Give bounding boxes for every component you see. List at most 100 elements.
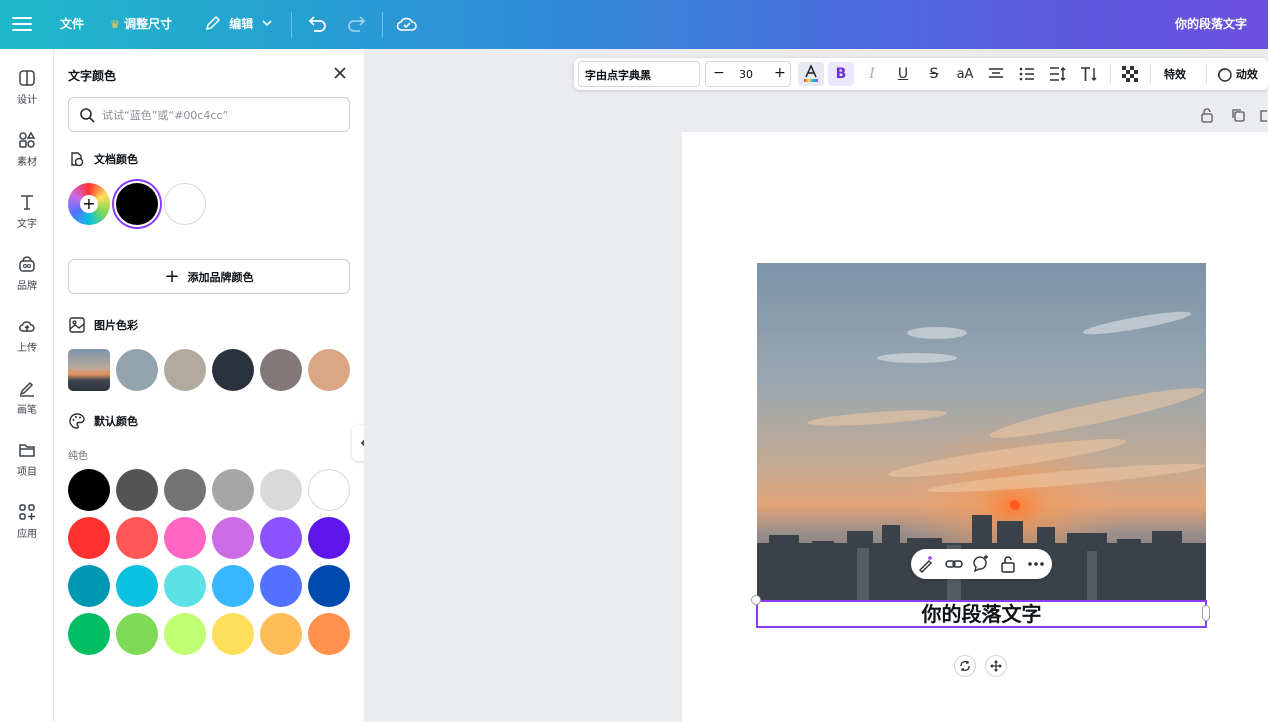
animate-button[interactable]: 动效 bbox=[1216, 66, 1258, 82]
rail-item-upload[interactable]: 上传 bbox=[0, 317, 54, 373]
spacing-button[interactable] bbox=[1045, 62, 1071, 86]
image-color-swatch[interactable] bbox=[308, 349, 350, 391]
resize-handle[interactable] bbox=[1202, 605, 1210, 621]
default-color-swatch[interactable] bbox=[68, 613, 110, 655]
resize-label: 调整尺寸 bbox=[124, 17, 173, 31]
divider bbox=[1110, 64, 1111, 84]
top-bar: 文件 ♛ 调整尺寸 编辑 你的段落文字 bbox=[0, 0, 1268, 49]
add-color-button[interactable]: + bbox=[68, 183, 110, 225]
divider bbox=[1206, 64, 1207, 84]
design-title[interactable]: 你的段落文字 bbox=[1175, 15, 1247, 32]
rail-label: 设计 bbox=[17, 95, 37, 106]
edit-menu[interactable]: 编辑 bbox=[205, 15, 273, 32]
menu-icon[interactable] bbox=[12, 13, 32, 35]
move-button[interactable] bbox=[985, 655, 1007, 677]
increase-size-button[interactable]: + bbox=[774, 65, 786, 81]
default-color-swatch[interactable] bbox=[212, 469, 254, 511]
magic-write-icon[interactable] bbox=[916, 554, 936, 574]
rail-item-text[interactable]: 文字 bbox=[0, 193, 54, 249]
default-color-swatch[interactable] bbox=[308, 565, 350, 607]
lock-page-icon[interactable] bbox=[1199, 107, 1215, 127]
default-color-swatch[interactable] bbox=[164, 469, 206, 511]
rail-item-projects[interactable]: 项目 bbox=[0, 441, 54, 497]
paragraph-text-box[interactable]: 你的段落文字 bbox=[756, 600, 1207, 628]
resize-handle[interactable] bbox=[751, 595, 761, 605]
image-thumbnail[interactable] bbox=[68, 349, 110, 391]
default-colors-title: 默认颜色 bbox=[94, 415, 138, 428]
context-toolbar bbox=[911, 549, 1052, 579]
undo-icon[interactable] bbox=[305, 12, 329, 36]
strikethrough-button[interactable]: S bbox=[921, 62, 947, 86]
doc-color-swatch[interactable] bbox=[164, 183, 206, 225]
brand-icon bbox=[19, 256, 35, 272]
duplicate-page-icon[interactable] bbox=[1230, 107, 1246, 127]
rail-item-brand[interactable]: 品牌 bbox=[0, 255, 54, 311]
comment-icon[interactable] bbox=[971, 554, 991, 574]
rail-item-apps[interactable]: 应用 bbox=[0, 503, 54, 559]
close-icon[interactable] bbox=[332, 65, 348, 81]
image-color-swatch[interactable] bbox=[212, 349, 254, 391]
cloud-saved-icon[interactable] bbox=[395, 12, 419, 36]
lock-icon[interactable] bbox=[998, 554, 1018, 574]
list-button[interactable] bbox=[1014, 62, 1040, 86]
panel-title: 文字颜色 bbox=[68, 69, 117, 83]
font-size-stepper: − 30 + bbox=[705, 61, 791, 87]
effects-button[interactable]: 特效 bbox=[1164, 66, 1186, 82]
add-page-icon[interactable] bbox=[1259, 107, 1268, 127]
default-color-swatch[interactable] bbox=[308, 469, 350, 511]
default-color-swatch[interactable] bbox=[116, 469, 158, 511]
default-color-swatch[interactable] bbox=[68, 565, 110, 607]
text-color-panel: 文字颜色 文档颜色 + + 添加品牌颜色 图片色彩 默认颜色 纯色 bbox=[54, 49, 364, 722]
redo-icon[interactable] bbox=[345, 12, 369, 36]
add-brand-color-button[interactable]: + 添加品牌颜色 bbox=[68, 259, 350, 294]
bold-button[interactable]: B bbox=[828, 62, 854, 86]
crown-icon: ♛ bbox=[110, 18, 120, 31]
default-color-swatch[interactable] bbox=[308, 517, 350, 559]
default-color-swatch[interactable] bbox=[260, 517, 302, 559]
default-color-swatch[interactable] bbox=[212, 565, 254, 607]
doc-color-swatch[interactable] bbox=[116, 183, 158, 225]
align-button[interactable] bbox=[983, 62, 1009, 86]
link-icon[interactable] bbox=[944, 554, 964, 574]
default-color-swatch[interactable] bbox=[68, 517, 110, 559]
default-color-swatch[interactable] bbox=[68, 469, 110, 511]
default-color-swatch[interactable] bbox=[308, 613, 350, 655]
align-center-icon bbox=[989, 68, 1003, 78]
underline-button[interactable]: U bbox=[890, 62, 916, 86]
default-color-swatch[interactable] bbox=[164, 517, 206, 559]
image-color-swatch[interactable] bbox=[116, 349, 158, 391]
paragraph-text[interactable]: 你的段落文字 bbox=[758, 602, 1205, 626]
resize-button[interactable]: ♛ 调整尺寸 bbox=[110, 15, 172, 32]
default-color-swatch[interactable] bbox=[212, 517, 254, 559]
default-color-swatch[interactable] bbox=[116, 517, 158, 559]
color-search-input[interactable] bbox=[102, 104, 342, 126]
default-color-swatch[interactable] bbox=[212, 613, 254, 655]
default-color-swatch[interactable] bbox=[260, 469, 302, 511]
search-icon bbox=[80, 108, 95, 123]
transparency-button[interactable] bbox=[1117, 62, 1143, 86]
vertical-text-button[interactable] bbox=[1076, 62, 1102, 86]
more-icon[interactable] bbox=[1026, 554, 1046, 574]
default-color-swatch[interactable] bbox=[116, 613, 158, 655]
case-button[interactable]: aA bbox=[952, 62, 978, 86]
image-color-swatch[interactable] bbox=[260, 349, 302, 391]
rail-label: 应用 bbox=[17, 529, 37, 540]
image-color-swatch[interactable] bbox=[164, 349, 206, 391]
text-color-button[interactable] bbox=[798, 62, 824, 86]
italic-button[interactable]: I bbox=[859, 62, 885, 86]
default-color-swatch[interactable] bbox=[164, 613, 206, 655]
rail-item-elements[interactable]: 素材 bbox=[0, 131, 54, 187]
rotate-button[interactable] bbox=[954, 655, 976, 677]
default-color-swatch[interactable] bbox=[164, 565, 206, 607]
rail-item-design[interactable]: 设计 bbox=[0, 69, 54, 125]
font-family-select[interactable]: 字由点字典黑 bbox=[578, 61, 700, 87]
decrease-size-button[interactable]: − bbox=[713, 65, 725, 81]
default-color-swatch[interactable] bbox=[260, 565, 302, 607]
font-size-value[interactable]: 30 bbox=[739, 68, 753, 81]
rail-label: 素材 bbox=[17, 157, 37, 168]
file-menu[interactable]: 文件 bbox=[60, 15, 84, 32]
default-color-swatch[interactable] bbox=[260, 613, 302, 655]
default-color-swatch[interactable] bbox=[116, 565, 158, 607]
rail-item-draw[interactable]: 画笔 bbox=[0, 379, 54, 435]
image-icon bbox=[69, 317, 85, 333]
